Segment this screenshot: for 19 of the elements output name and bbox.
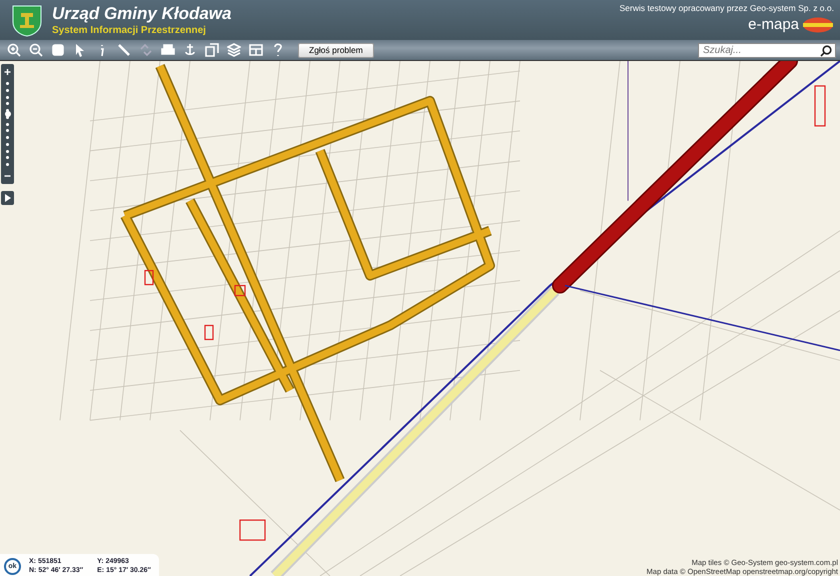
layout-icon[interactable] bbox=[246, 41, 266, 59]
search-field[interactable]: Szukaj... bbox=[698, 42, 836, 58]
app-title: Urząd Gminy Kłodawa bbox=[52, 4, 232, 24]
copy-icon[interactable] bbox=[202, 41, 222, 59]
report-problem-button[interactable]: Zgłoś problem bbox=[298, 42, 374, 58]
app-subtitle: System Informacji Przestrzennej bbox=[52, 24, 207, 36]
service-note: Serwis testowy opracowany przez Geo-system Sp. z o.o. bbox=[620, 3, 834, 13]
crest-icon bbox=[12, 5, 42, 37]
map-drawing[interactable] bbox=[0, 61, 840, 576]
zoom-thumb[interactable] bbox=[4, 110, 10, 117]
search-icon[interactable] bbox=[820, 44, 832, 56]
layers-icon[interactable] bbox=[224, 41, 244, 59]
play-icon bbox=[4, 194, 10, 202]
expand-panel-button[interactable] bbox=[1, 191, 14, 205]
zoom-slider[interactable]: + − bbox=[1, 64, 14, 184]
zoom-in-button[interactable]: + bbox=[4, 66, 11, 78]
disc-logo-icon bbox=[802, 16, 834, 32]
zoom-out-button[interactable]: − bbox=[4, 170, 11, 182]
brand-logo-text: e-mapa bbox=[748, 16, 799, 33]
